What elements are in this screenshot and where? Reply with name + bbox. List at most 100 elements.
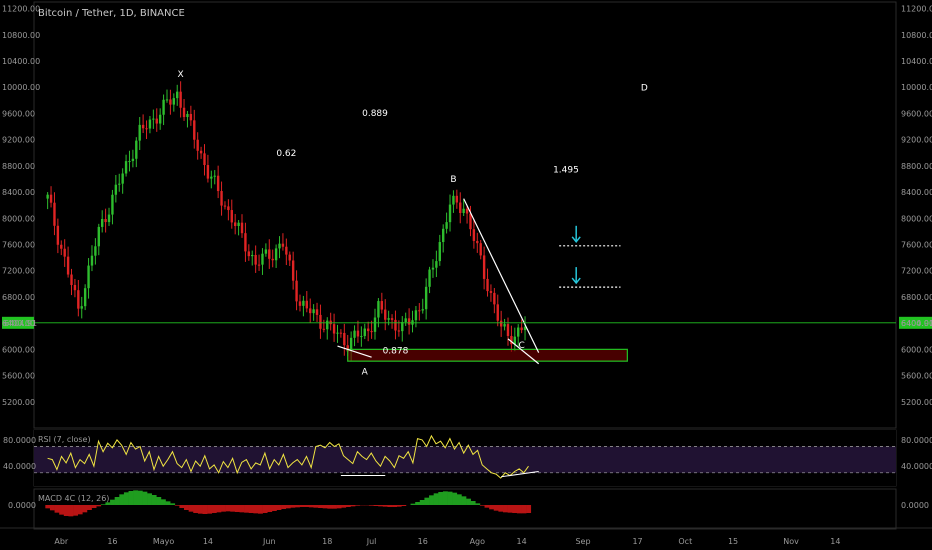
- candle-body: [418, 310, 421, 312]
- macd-bar: [479, 505, 485, 506]
- macd-bar: [484, 505, 490, 508]
- macd-bar: [165, 501, 171, 505]
- candle-body: [80, 306, 83, 309]
- candle-body: [278, 243, 281, 249]
- macd-bar: [350, 505, 356, 507]
- candle-body: [428, 269, 431, 287]
- candle-body: [237, 222, 240, 227]
- macd-bar: [142, 491, 148, 505]
- price-tick-label-left: 7600.00: [2, 240, 35, 249]
- macd-bar: [253, 505, 259, 514]
- candle-body: [196, 139, 199, 151]
- macd-bar: [188, 505, 194, 512]
- candle-body: [322, 328, 326, 330]
- point-label-c: C: [518, 341, 524, 351]
- candle-body: [356, 330, 360, 337]
- macd-tick-right: 0.0000: [901, 501, 929, 510]
- macd-bar: [336, 505, 342, 509]
- candle-body: [257, 264, 261, 266]
- rsi-tick-right: 80.0000: [901, 436, 932, 445]
- candle-body: [274, 248, 278, 261]
- ratio-label: 0.889: [362, 109, 388, 119]
- macd-bar: [239, 505, 245, 513]
- candle-body: [155, 118, 158, 124]
- candle-body: [438, 242, 441, 262]
- macd-bar: [498, 505, 504, 512]
- time-tick-label: 15: [728, 537, 738, 546]
- price-tick-label-right: 6400.00: [901, 319, 932, 328]
- macd-bar: [424, 497, 430, 505]
- candle-body: [445, 222, 448, 229]
- candle-body: [124, 161, 128, 174]
- macd-bar: [447, 491, 453, 505]
- candle-body: [179, 91, 182, 108]
- macd-bar: [382, 505, 388, 507]
- candle-body: [148, 119, 152, 129]
- candle-body: [370, 331, 373, 333]
- candle-body: [101, 219, 104, 227]
- time-tick-label: 17: [632, 537, 642, 546]
- candle-body: [247, 251, 251, 257]
- candle-body: [210, 176, 213, 179]
- time-tick-label: Sep: [575, 537, 590, 546]
- macd-bar: [489, 505, 495, 510]
- time-tick-label: Oct: [678, 537, 692, 546]
- macd-bar: [327, 505, 333, 509]
- candle-body: [329, 320, 332, 325]
- macd-bar: [160, 499, 166, 505]
- chart-canvas[interactable]: XABCD0.620.8891.4950.878 6404.91 6404.91 …: [0, 0, 932, 550]
- macd-bar: [91, 505, 97, 508]
- candle-body: [169, 99, 172, 105]
- macd-bar: [230, 505, 236, 512]
- candle-body: [141, 124, 145, 129]
- macd-bar: [368, 505, 374, 506]
- macd-bar: [387, 505, 393, 507]
- candle-body: [489, 291, 493, 293]
- candle-body: [49, 194, 53, 203]
- macd-bar: [304, 505, 310, 507]
- point-label-b: B: [450, 175, 456, 185]
- candle-body: [476, 240, 479, 244]
- candle-body: [363, 328, 366, 337]
- price-tick-label-left: 5600.00: [2, 372, 35, 381]
- time-tick-label: Jul: [366, 537, 377, 546]
- price-tick-label-left: 8000.00: [2, 214, 35, 223]
- time-tick-label: 14: [830, 537, 840, 546]
- point-label-d: D: [641, 83, 648, 93]
- candle-body: [206, 165, 210, 179]
- price-tick-label-left: 8400.00: [2, 188, 35, 197]
- macd-bar: [211, 505, 217, 513]
- macd-bar: [281, 505, 287, 509]
- macd-bar: [276, 505, 282, 510]
- price-tick-label-right: 6000.00: [901, 345, 932, 354]
- price-tick-label-right: 6800.00: [901, 293, 932, 302]
- macd-bar: [151, 495, 157, 505]
- macd-bar: [82, 505, 88, 513]
- macd-bar: [225, 505, 231, 512]
- candle-body: [482, 255, 486, 279]
- macd-bar: [59, 505, 65, 515]
- price-tick-label-right: 11200.00: [901, 5, 932, 14]
- macd-bar: [100, 504, 106, 505]
- macd-bar: [68, 505, 74, 517]
- candle-body: [486, 278, 489, 292]
- candle-body: [158, 114, 162, 124]
- candle-body: [312, 309, 315, 314]
- candle-body: [281, 243, 285, 247]
- macd-bar: [184, 505, 189, 510]
- candle-body: [172, 98, 176, 105]
- candle-body: [319, 314, 322, 329]
- price-tick-label-right: 8800.00: [901, 162, 932, 171]
- candle-body: [104, 219, 107, 223]
- candle-body: [343, 332, 346, 346]
- candle-body: [131, 158, 135, 162]
- candle-body: [339, 332, 343, 334]
- price-tick-label-right: 7600.00: [901, 240, 932, 249]
- candle-body: [332, 324, 336, 334]
- candle-body: [94, 246, 97, 256]
- candle-body: [520, 327, 523, 331]
- time-tick-label: Abr: [54, 537, 69, 546]
- candle-body: [233, 222, 237, 227]
- macd-bar: [257, 505, 263, 514]
- candle-body: [302, 300, 305, 306]
